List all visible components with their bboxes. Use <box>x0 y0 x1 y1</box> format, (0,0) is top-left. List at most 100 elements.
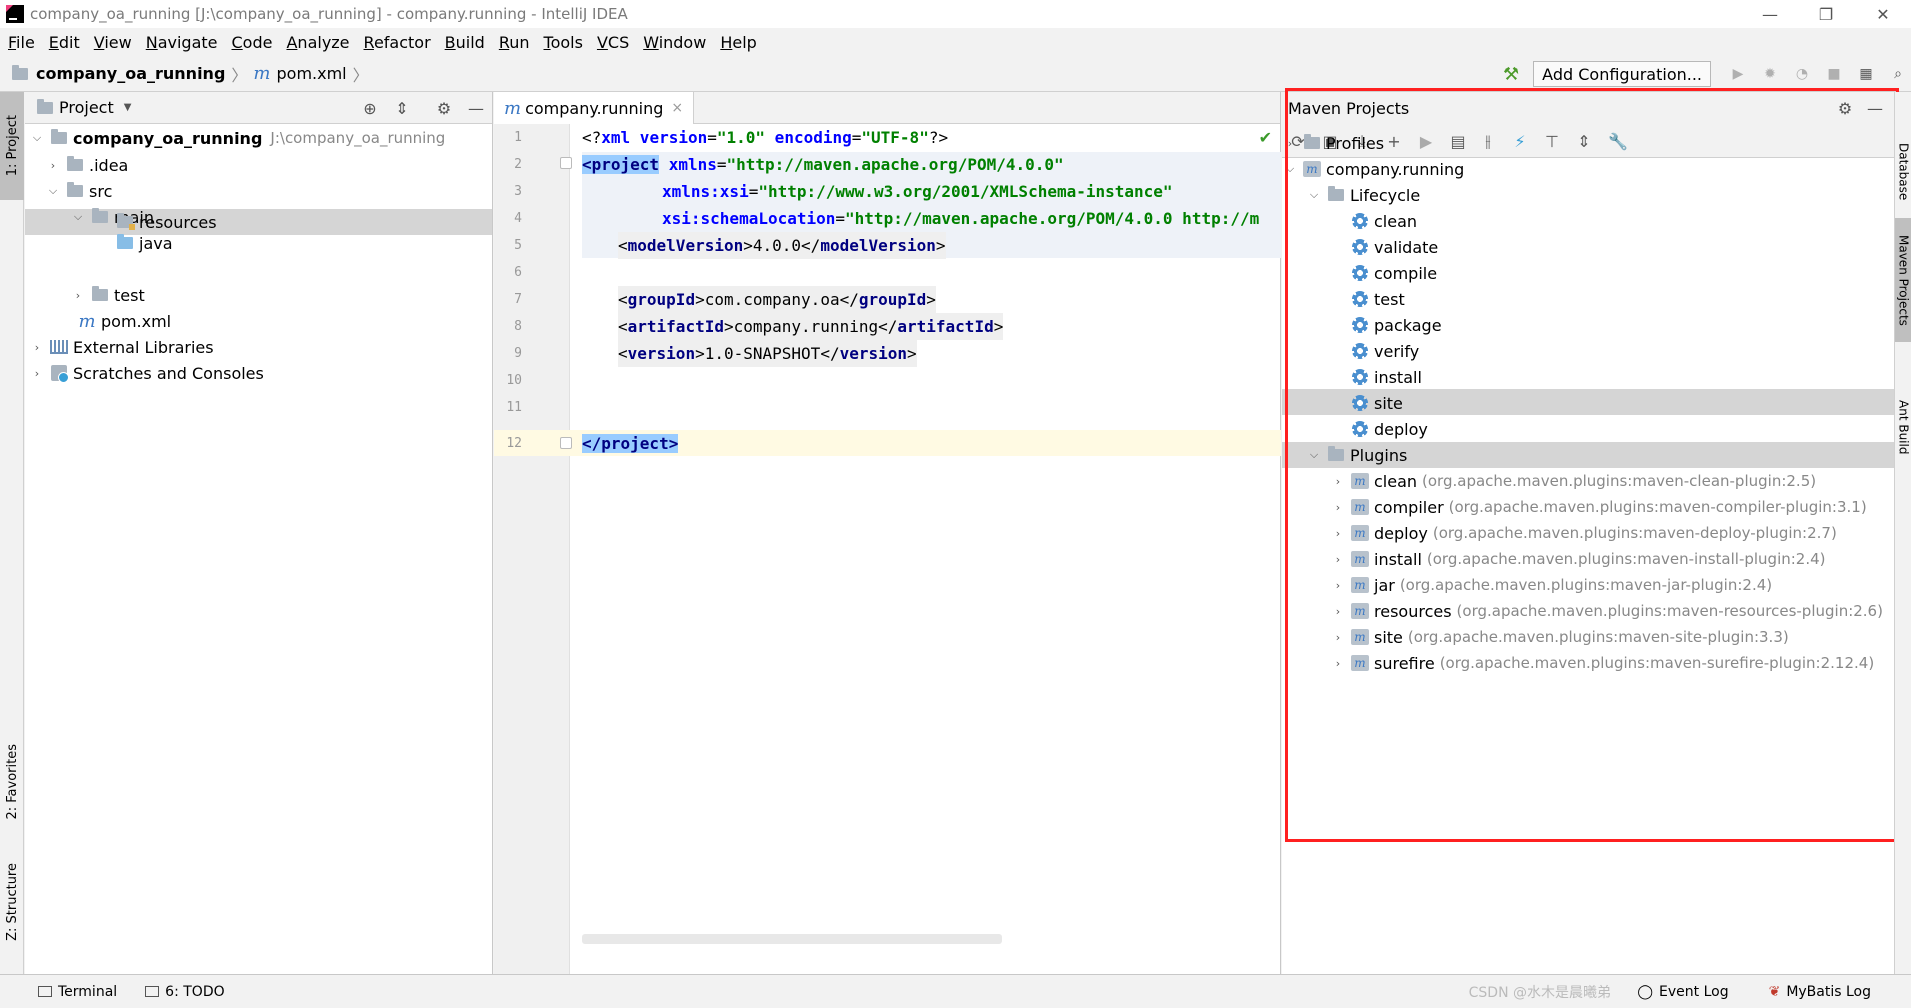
code-line-8[interactable]: <artifactId>company.running</artifactId> <box>618 313 1004 340</box>
gear-icon[interactable]: ⚙ <box>429 92 459 124</box>
run-icon[interactable]: ▶ <box>1725 61 1751 87</box>
collapse-all-icon[interactable]: ⇕ <box>387 92 417 124</box>
plugin-item-site[interactable]: › m site (org.apache.maven.plugins:maven-si… <box>1330 624 1789 650</box>
tree-item-resources[interactable]: resources <box>95 209 217 235</box>
run-configuration-icon[interactable]: ▤ <box>1444 124 1472 158</box>
menu-code[interactable]: Code <box>232 33 273 52</box>
event-log-button[interactable]: Event Log <box>1659 984 1729 1000</box>
tree-item-src[interactable]: ⌵ src <box>45 178 113 204</box>
chevron-right-icon[interactable]: › <box>1330 553 1346 566</box>
mybatis-log-button[interactable]: MyBatis Log <box>1786 984 1871 1000</box>
chevron-down-icon[interactable]: ⌵ <box>1282 162 1298 176</box>
menu-window[interactable]: Window <box>643 33 706 52</box>
locate-file-icon[interactable]: ⊕ <box>355 92 385 124</box>
tree-item-external-libraries[interactable]: › External Libraries <box>29 334 214 360</box>
menu-build[interactable]: Build <box>445 33 485 52</box>
lifecycle-phase-validate[interactable]: validate <box>1350 234 1438 260</box>
skip-tests-icon[interactable]: ⚡ <box>1506 124 1534 158</box>
menu-navigate[interactable]: Navigate <box>146 33 218 52</box>
chevron-down-icon[interactable]: ⌵ <box>70 210 86 224</box>
menu-vcs[interactable]: VCS <box>597 33 629 52</box>
tree-item-maven-project[interactable]: ⌵ m company.running <box>1282 156 1464 182</box>
tree-item-project-root[interactable]: ⌵ company_oa_running J:\company_oa_runni… <box>29 125 446 151</box>
code-line-1[interactable]: <?xml version="1.0" encoding="UTF-8"?> <box>582 124 948 151</box>
stop-icon[interactable]: ■ <box>1821 61 1847 87</box>
tree-item-pom[interactable]: m pom.xml <box>57 308 171 334</box>
toggle-offline-icon[interactable]: ⫲ <box>1474 124 1502 158</box>
maximize-button[interactable]: ❐ <box>1798 0 1854 28</box>
add-configuration-button[interactable]: Add Configuration... <box>1533 61 1711 87</box>
tree-item-plugins[interactable]: ⌵ Plugins <box>1306 442 1407 468</box>
lifecycle-phase-verify[interactable]: verify <box>1350 338 1419 364</box>
todo-tool-button[interactable]: 6: TODO <box>145 984 225 1000</box>
tab-favorites-tool[interactable]: 2: Favorites <box>0 732 24 832</box>
tree-item-profiles[interactable]: › Profiles <box>1282 130 1384 156</box>
plugin-item-compiler[interactable]: › m compiler (org.apache.maven.plugins:mave… <box>1330 494 1867 520</box>
lifecycle-phase-deploy[interactable]: deploy <box>1350 416 1428 442</box>
chevron-right-icon[interactable]: › <box>1330 527 1346 540</box>
coverage-icon[interactable]: ◔ <box>1789 61 1815 87</box>
menu-analyze[interactable]: Analyze <box>286 33 349 52</box>
menu-edit[interactable]: Edit <box>49 33 80 52</box>
chevron-right-icon[interactable]: › <box>29 367 45 380</box>
tree-item-scratches[interactable]: › Scratches and Consoles <box>29 360 264 386</box>
breadcrumb-file[interactable]: m pom.xml 〉 <box>253 62 368 86</box>
menu-file[interactable]: File <box>8 33 35 52</box>
gear-icon[interactable]: ⚙ <box>1830 92 1860 124</box>
project-structure-icon[interactable]: ▦ <box>1853 61 1879 87</box>
code-line-2[interactable]: <project xmlns="http://maven.apache.org/… <box>582 151 1064 178</box>
lifecycle-phase-compile[interactable]: compile <box>1350 260 1437 286</box>
tab-structure-tool[interactable]: Z: Structure <box>0 852 24 952</box>
tab-maven-tool[interactable]: Maven Projects <box>1895 218 1911 342</box>
tree-item-lifecycle[interactable]: ⌵ Lifecycle <box>1306 182 1420 208</box>
fold-marker-icon[interactable] <box>560 437 572 449</box>
fold-marker-icon[interactable] <box>560 157 572 169</box>
chevron-down-icon[interactable]: ⌵ <box>1306 448 1322 462</box>
code-line-12[interactable]: </project> <box>582 430 679 457</box>
code-line-7[interactable]: <groupId>com.company.oa</groupId> <box>618 286 936 313</box>
plugin-item-surefire[interactable]: › m surefire (org.apache.maven.plugins:mave… <box>1330 650 1874 676</box>
code-line-3[interactable]: xmlns:xsi="http://www.w3.org/2001/XMLSch… <box>662 178 1173 205</box>
terminal-tool-button[interactable]: Terminal <box>38 984 117 1000</box>
chevron-right-icon[interactable]: › <box>1330 631 1346 644</box>
show-dependencies-icon[interactable]: ⊤ <box>1538 124 1566 158</box>
chevron-right-icon[interactable]: › <box>70 289 86 302</box>
hide-panel-icon[interactable]: — <box>1860 92 1890 124</box>
breadcrumb-project[interactable]: company_oa_running 〉 <box>12 62 247 86</box>
close-window-button[interactable]: ✕ <box>1855 0 1911 28</box>
menu-refactor[interactable]: Refactor <box>364 33 431 52</box>
project-view-selector[interactable]: Project <box>59 98 114 117</box>
tab-project-tool[interactable]: 1: Project <box>0 92 24 200</box>
tab-ant-tool[interactable]: Ant Build <box>1895 382 1911 472</box>
code-line-9[interactable]: <version>1.0-SNAPSHOT</version> <box>618 340 917 367</box>
chevron-right-icon[interactable]: › <box>1330 657 1346 670</box>
plugin-item-deploy[interactable]: › m deploy (org.apache.maven.plugins:maven-… <box>1330 520 1837 546</box>
tab-database-tool[interactable]: Database <box>1895 132 1911 212</box>
search-everywhere-icon[interactable]: ⌕ <box>1885 61 1911 87</box>
build-hammer-icon[interactable]: ⚒ <box>1503 64 1519 85</box>
horizontal-scrollbar[interactable] <box>582 934 1002 944</box>
settings-wrench-icon[interactable]: 🔧 <box>1604 124 1632 158</box>
chevron-right-icon[interactable]: › <box>1330 475 1346 488</box>
chevron-right-icon[interactable]: › <box>1330 579 1346 592</box>
chevron-right-icon[interactable]: › <box>1282 137 1298 150</box>
debug-icon[interactable]: ✹ <box>1757 61 1783 87</box>
editor-tab-pom[interactable]: m company.running × <box>494 92 695 124</box>
lifecycle-phase-clean[interactable]: clean <box>1350 208 1417 234</box>
menu-help[interactable]: Help <box>720 33 756 52</box>
chevron-down-icon[interactable]: ⌵ <box>45 184 61 198</box>
lifecycle-phase-test[interactable]: test <box>1350 286 1405 312</box>
tree-item-idea[interactable]: › .idea <box>45 152 129 178</box>
menu-view[interactable]: View <box>94 33 132 52</box>
plugin-item-clean[interactable]: › m clean (org.apache.maven.plugins:maven-c… <box>1330 468 1816 494</box>
plugin-item-install[interactable]: › m install (org.apache.maven.plugins:maven… <box>1330 546 1826 572</box>
chevron-down-icon[interactable]: ⌵ <box>29 131 45 145</box>
tree-item-test[interactable]: › test <box>70 282 145 308</box>
lifecycle-phase-package[interactable]: package <box>1350 312 1442 338</box>
add-project-icon[interactable]: + <box>1380 124 1408 158</box>
code-line-4[interactable]: xsi:schemaLocation="http://maven.apache.… <box>662 205 1259 232</box>
menu-run[interactable]: Run <box>499 33 530 52</box>
plugin-item-resources[interactable]: › m resources (org.apache.maven.plugins:mav… <box>1330 598 1883 624</box>
chevron-right-icon[interactable]: › <box>1330 605 1346 618</box>
code-line-5[interactable]: <modelVersion>4.0.0</modelVersion> <box>618 232 946 259</box>
